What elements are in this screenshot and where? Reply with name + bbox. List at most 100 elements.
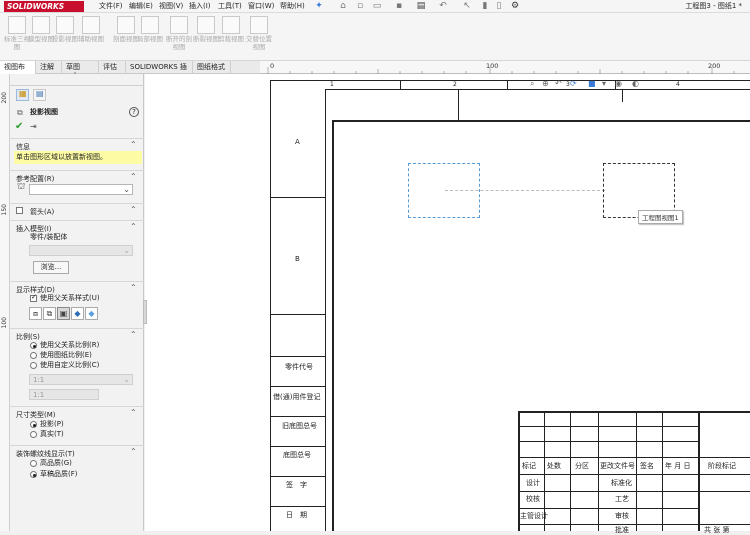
- chevron-down-icon: ⌄: [123, 375, 130, 384]
- part-assembly-dropdown[interactable]: ⌄: [29, 245, 133, 256]
- scale-header[interactable]: 比例(S) ⌃: [10, 328, 144, 341]
- tab-solidworks-addins[interactable]: SOLIDWORKS 插件: [126, 61, 193, 84]
- select-icon[interactable]: ↖: [462, 1, 472, 11]
- property-manager: ˚ ▦ ▤ ⧉ 投影视图 ? ✔ ⇥ 信息 ⌃ 单击图形区域以放置新视图。 参考…: [0, 72, 147, 531]
- document-title: 工程图3 - 图纸1 *: [685, 2, 742, 10]
- title-block-label: 校核: [526, 495, 540, 503]
- info-section-header[interactable]: 信息 ⌃: [10, 138, 144, 151]
- side-table-label: 零件代号: [285, 363, 313, 371]
- pin-icon[interactable]: ✦: [314, 1, 324, 11]
- dim-true-radio[interactable]: [30, 431, 37, 438]
- display-style-header[interactable]: 显示样式(D) ⌃: [10, 281, 144, 294]
- menu-tools[interactable]: 工具(T): [218, 1, 242, 12]
- zoom-area-icon[interactable]: ⊕: [542, 79, 549, 88]
- dim-projected-radio[interactable]: [30, 421, 37, 428]
- property-manager-tab[interactable]: ▤: [33, 89, 46, 101]
- browse-button[interactable]: 浏览...: [33, 261, 69, 274]
- menu-help[interactable]: 帮助(H): [280, 1, 305, 12]
- reference-config-dropdown[interactable]: ⌄: [29, 184, 133, 195]
- view-settings-icon[interactable]: ◉: [615, 79, 622, 88]
- tab-evaluate[interactable]: 评估: [99, 61, 126, 74]
- projected-view-icon: [56, 16, 74, 34]
- panel-splitter-handle[interactable]: [143, 300, 147, 324]
- chevron-down-icon: ⌄: [123, 246, 130, 255]
- shaded-with-edges-icon[interactable]: ◆: [71, 307, 84, 320]
- hidden-lines-visible-icon[interactable]: ⧉: [43, 307, 56, 320]
- display-style-icon[interactable]: ■: [588, 79, 596, 88]
- pushpin-icon[interactable]: ⇥: [30, 122, 37, 131]
- section-view-icon: [117, 16, 135, 34]
- use-parent-style-checkbox[interactable]: ✓: [30, 293, 37, 302]
- insert-model-header[interactable]: 插入模型(I) ⌃: [10, 220, 144, 233]
- title-block-header: 签名: [640, 462, 654, 470]
- menu-file[interactable]: 文件(F): [99, 1, 123, 12]
- previous-view-icon[interactable]: ↶: [555, 79, 562, 88]
- tab-sheet-format[interactable]: 图纸格式: [193, 61, 231, 74]
- collapse-arrow-icon[interactable]: ˚: [73, 72, 77, 81]
- rotate-icon[interactable]: ⟳: [570, 79, 577, 88]
- arrow-section-header[interactable]: 箭头(A) ⌃: [10, 203, 144, 216]
- custom-scale-input[interactable]: 1:1: [29, 389, 99, 400]
- new-file-icon[interactable]: ▫: [355, 1, 365, 11]
- collapse-chevron-icon[interactable]: ⌃: [130, 222, 137, 231]
- options-gear-icon[interactable]: ⚙: [510, 1, 520, 11]
- rebuild-icon[interactable]: ▮: [480, 1, 490, 11]
- collapse-chevron-icon[interactable]: ⌃: [130, 447, 137, 456]
- ok-checkmark-icon[interactable]: ✔: [15, 121, 23, 132]
- scene-icon[interactable]: ◐: [632, 79, 639, 88]
- collapse-chevron-icon[interactable]: ⌃: [130, 172, 137, 181]
- arrow-checkbox[interactable]: [16, 207, 23, 214]
- file-properties-icon[interactable]: ▯: [494, 1, 504, 11]
- collapse-chevron-icon[interactable]: ⌃: [130, 283, 137, 292]
- shaded-icon[interactable]: ◆: [85, 307, 98, 320]
- open-folder-icon[interactable]: ▭: [372, 1, 382, 11]
- scale-sheet-radio[interactable]: [30, 352, 37, 359]
- use-parent-style-label: 使用父关系样式(U): [40, 294, 100, 302]
- help-icon[interactable]: ?: [129, 107, 139, 117]
- alternate-position-icon: [250, 16, 268, 34]
- dim-option-label: 投影(P): [40, 420, 64, 428]
- collapse-chevron-icon[interactable]: ⌃: [130, 408, 137, 417]
- home-icon[interactable]: ⌂: [338, 1, 348, 11]
- collapse-chevron-icon[interactable]: ⌃: [130, 140, 137, 149]
- part-assembly-label: 零件/装配体: [30, 233, 68, 241]
- reference-config-header[interactable]: 参考配置(R) ⌃: [10, 170, 144, 183]
- auxiliary-view-button[interactable]: 辅助视图: [75, 16, 107, 58]
- side-table-label: 底图总号: [283, 451, 311, 459]
- hidden-lines-removed-icon[interactable]: ▣: [57, 307, 70, 320]
- scale-parent-radio[interactable]: [30, 342, 37, 349]
- collapse-chevron-icon[interactable]: ⌃: [130, 330, 137, 339]
- tab-view-layout[interactable]: 视图布局: [0, 61, 36, 84]
- collapse-chevron-icon[interactable]: ⌃: [130, 205, 137, 214]
- tab-sketch[interactable]: 草图: [62, 61, 99, 74]
- menu-view[interactable]: 视图(V): [159, 1, 183, 12]
- thread-draft-quality-radio[interactable]: [30, 471, 37, 478]
- dimension-type-header[interactable]: 尺寸类型(M) ⌃: [10, 406, 144, 419]
- feature-manager-tab[interactable]: ▦: [16, 89, 29, 101]
- custom-scale-dropdown[interactable]: 1:1 ⌄: [29, 374, 133, 385]
- print-icon[interactable]: ▤: [416, 1, 426, 11]
- scale-custom-radio[interactable]: [30, 362, 37, 369]
- panel-header-strip: ˚: [10, 72, 144, 86]
- menu-insert[interactable]: 插入(I): [189, 1, 211, 12]
- wireframe-icon[interactable]: ⧈: [29, 307, 42, 320]
- standard-3-view-icon: [8, 16, 26, 34]
- hide-show-icon[interactable]: ▾: [602, 79, 606, 88]
- detail-view-button[interactable]: 局部视图: [134, 16, 166, 58]
- thread-high-quality-radio[interactable]: [30, 460, 37, 467]
- save-icon[interactable]: ▪: [394, 1, 404, 11]
- menu-window[interactable]: 窗口(W): [248, 1, 274, 12]
- chevron-down-icon: ⌄: [123, 185, 130, 194]
- ruler-label: 0: [270, 62, 275, 70]
- title-block-header: 分区: [575, 462, 589, 470]
- undo-icon[interactable]: ↶: [438, 1, 448, 11]
- tab-annotation[interactable]: 注解: [36, 61, 62, 74]
- menu-edit[interactable]: 编辑(E): [129, 1, 153, 12]
- ruler-label: 200: [1, 92, 8, 104]
- alternate-position-view-button[interactable]: 交替位置视图: [243, 16, 275, 58]
- ruler-label: 100: [486, 62, 499, 70]
- zoom-to-fit-icon[interactable]: ⌕: [530, 79, 534, 89]
- cosmetic-thread-header[interactable]: 装饰螺纹线显示(T) ⌃: [10, 445, 144, 458]
- crop-view-icon: [222, 16, 240, 34]
- drawing-sheet[interactable]: 1 2 3 4 A B ⌕ ⊕ ↶ ⟳ ■ ▾ ◉ ◐ 工程图视图1 零件代号 …: [270, 79, 750, 534]
